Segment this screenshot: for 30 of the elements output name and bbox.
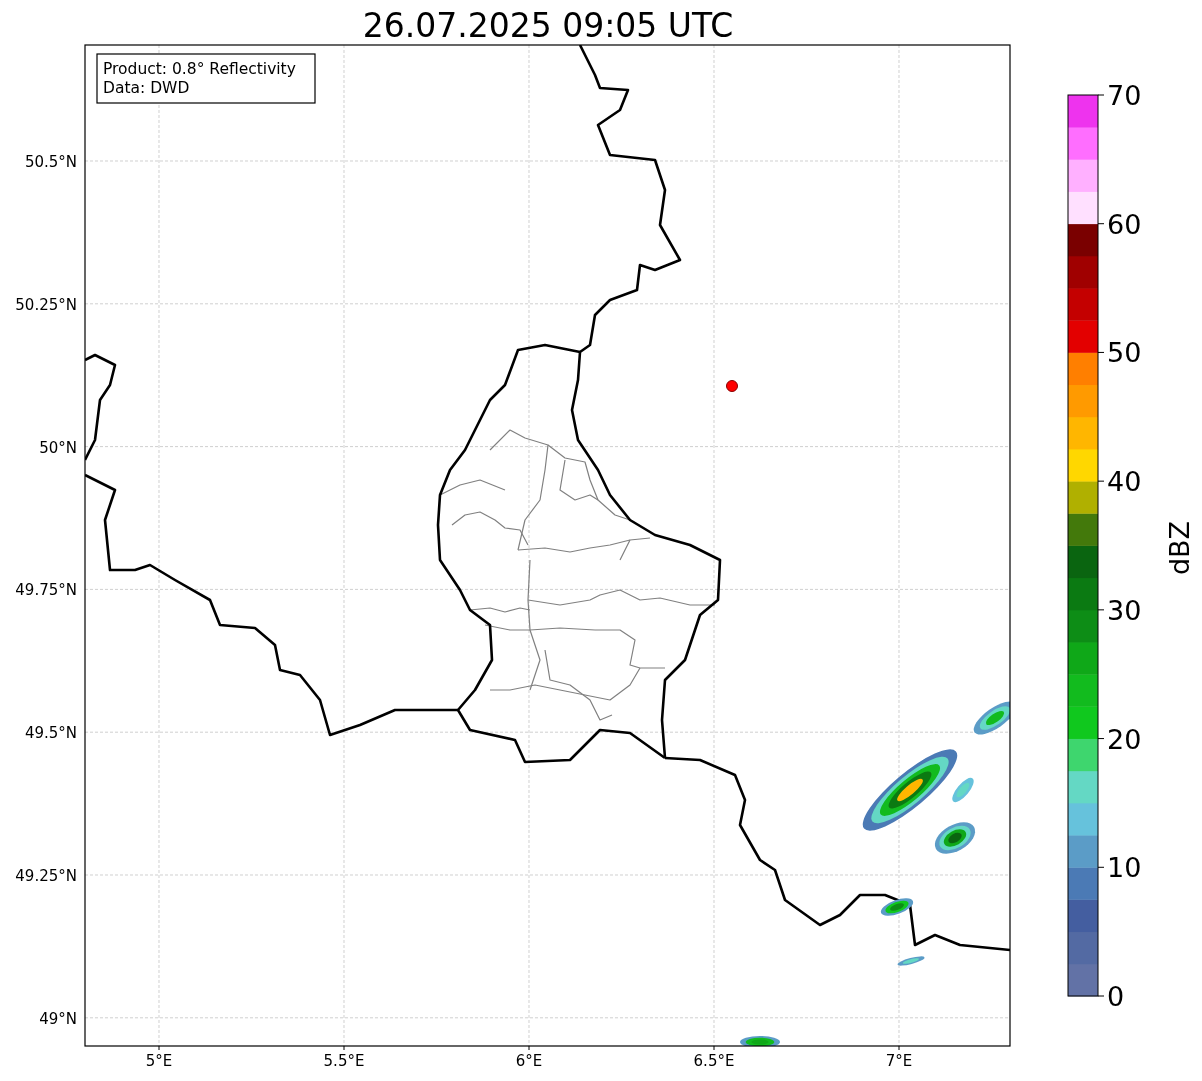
axis-tick-label: 50.5°N xyxy=(24,153,77,171)
axis-tick-label: 50°N xyxy=(39,438,77,457)
axis-tick-label: 6°E xyxy=(515,1052,543,1070)
tick-mark xyxy=(713,1045,715,1051)
colorbar-tick-label: 10 xyxy=(1107,852,1142,884)
axis-tick-label: 5.5°E xyxy=(323,1052,365,1070)
colorbar-tick-label: 50 xyxy=(1107,337,1142,369)
colorbar-tick-label: 40 xyxy=(1107,466,1142,498)
colorbar-tick-label: 30 xyxy=(1107,594,1142,626)
product-label: Product: 0.8° Reflectivity xyxy=(103,60,296,78)
tick-mark xyxy=(343,1045,345,1051)
axis-tick-label: 49.25°N xyxy=(15,867,77,885)
axis-tick-label: 49°N xyxy=(39,1009,77,1028)
axis-tick-label: 7°E xyxy=(885,1052,913,1070)
chart-title: 26.07.2025 09:05 UTC xyxy=(362,6,734,45)
colorbar-tick-label: 70 xyxy=(1107,80,1142,111)
colorbar-tick-label: 0 xyxy=(1107,981,1125,1012)
axis-tick-label: 49.75°N xyxy=(15,581,77,600)
colorbar-tick-label: 60 xyxy=(1107,208,1142,240)
tick-mark xyxy=(898,1045,900,1051)
tick-mark xyxy=(528,1045,530,1051)
tick-mark xyxy=(158,1045,160,1051)
axis-tick-label: 5°E xyxy=(145,1052,173,1070)
axis-tick-label: 6.5°E xyxy=(693,1052,735,1070)
data-source-label: Data: DWD xyxy=(103,79,190,97)
location-marker xyxy=(726,380,738,392)
colorbar-tick-label: 20 xyxy=(1107,723,1142,755)
axis-tick-label: 49.5°N xyxy=(24,724,77,743)
colorbar-label: dBZ xyxy=(1164,520,1195,576)
axis-tick-label: 50.25°N xyxy=(15,295,77,314)
